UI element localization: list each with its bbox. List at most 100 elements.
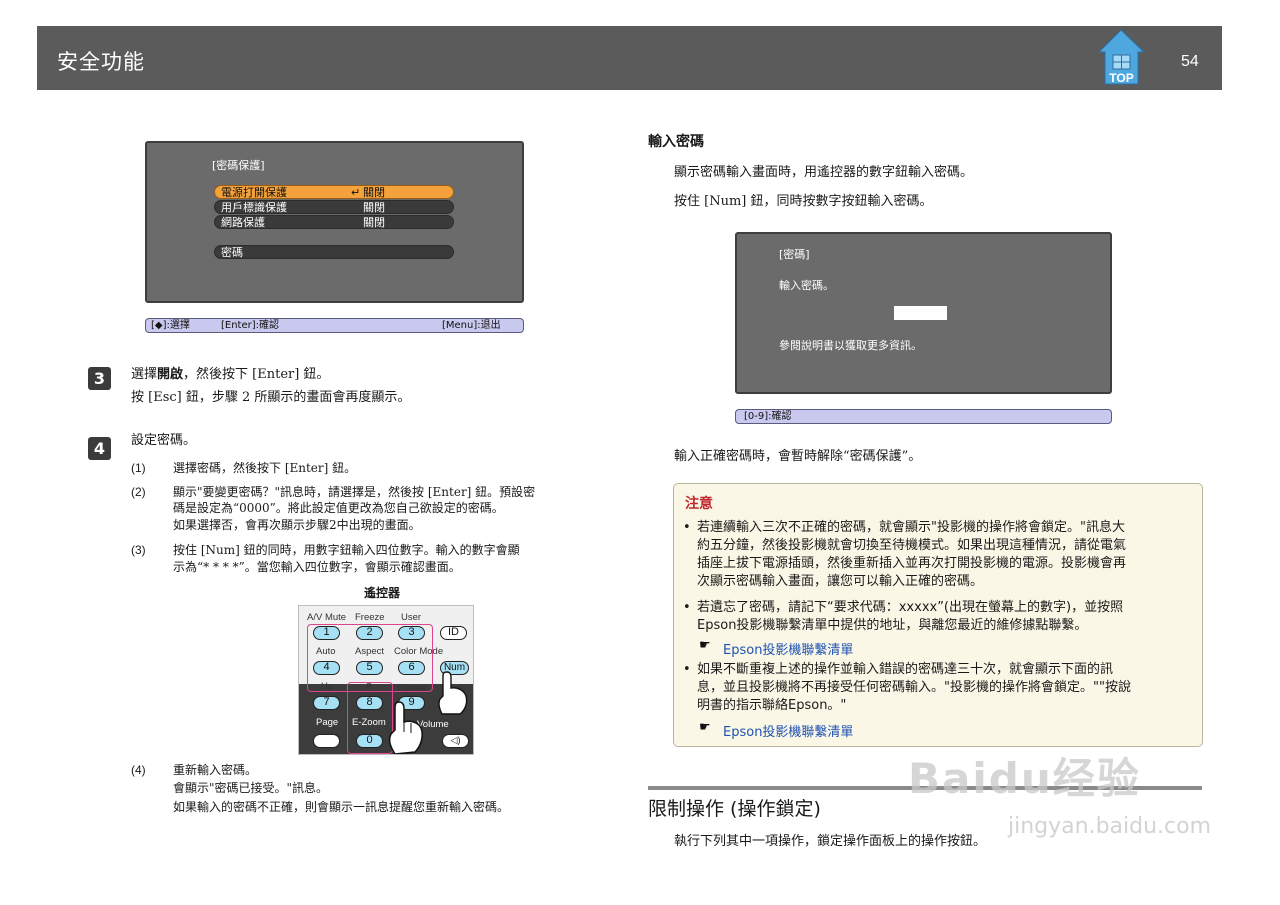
label-freeze: Freeze <box>355 612 385 623</box>
caution-bullet-3-line-2: 息，並且投影機將不再接受任何密碼輸入。"投影機的操作將會鎖定。""按說 <box>697 680 1131 695</box>
menu-title: [密碼保護] <box>212 159 265 172</box>
section-body: 執行下列其中一項操作，鎖定操作面板上的操作按鈕。 <box>674 834 987 849</box>
substep-1-num: (1) <box>131 461 146 475</box>
key-1[interactable]: 1 <box>313 626 340 640</box>
label-e-zoom: E-Zoom <box>352 717 386 728</box>
top-label: TOP <box>1109 71 1134 85</box>
caution-bullet-3-line-3: 明書的指示聯絡Epson。" <box>697 698 847 713</box>
label-av-mute: A/V Mute <box>307 612 347 623</box>
watermark-logo: Baidu经验 <box>908 754 1141 803</box>
caution-box: 注意 • 若連續輸入三次不正確的密碼，就會顯示"投影機的操作將會鎖定。"訊息大 … <box>673 483 1203 747</box>
section-title: 限制操作 (操作鎖定) <box>648 798 821 820</box>
substep-3-text-1: 按住 [Num] 鈕的同時，用數字鈕輸入四位數字。輸入的數字會顯 <box>173 543 520 557</box>
password-input-box[interactable] <box>894 306 947 320</box>
pointing-finger-icon: ☛ <box>699 720 711 735</box>
help-exit: [Menu]:退出 <box>442 320 501 331</box>
step-3-line-1: 選擇開啟，然後按下 [Enter] 鈕。 <box>131 367 330 382</box>
password-help-bar: [0-9]:確認 <box>735 409 1112 424</box>
caution-bullet-1-line-3: 插座上拔下電源插頭，然後重新插入並再次打開投影機的電源。投影機會再 <box>697 556 1127 571</box>
password-info: 參閱說明書以獲取更多資訊。 <box>779 339 922 352</box>
substep-2-text-3: 如果選擇否，會再次顯示步驟2中出現的畫面。 <box>173 518 421 532</box>
row-label: 網路保護 <box>221 216 265 229</box>
help-confirm: [0-9]:確認 <box>744 411 792 422</box>
step-4-badge: 4 <box>88 437 111 460</box>
label-pointer: Pointer <box>397 683 428 694</box>
help-select: [◆]:選擇 <box>151 320 190 331</box>
right-para-2: 按住 [Num] 鈕，同時按數字按鈕輸入密碼。 <box>674 194 933 209</box>
key-7[interactable]: 7 <box>313 696 340 710</box>
page-title: 安全功能 <box>57 50 145 74</box>
epson-contact-link-2[interactable]: Epson投影機聯繫清單 <box>723 721 853 740</box>
substep-4-num: (4) <box>131 763 146 777</box>
substep-2-text-2: 碼是設定為“0000”。將此設定值更改為您自己欲設定的密碼。 <box>173 501 504 515</box>
right-after-text: 輸入正確密碼時，會暫時解除“密碼保護”。 <box>674 449 922 464</box>
substep-3-text-2: 示為“* * * *”。當您輸入四位數字，會顯示確認畫面。 <box>173 560 461 574</box>
substep-4-text-2: 會顯示"密碼已接受。"訊息。 <box>173 781 329 795</box>
label-page: Page <box>316 717 339 728</box>
volume-icon[interactable]: ◁) <box>442 734 469 748</box>
step-4-title: 設定密碼。 <box>131 433 197 448</box>
password-prompt: 輸入密碼。 <box>779 279 834 292</box>
caution-bullet-1-line-1: 若連續輸入三次不正確的密碼，就會顯示"投影機的操作將會鎖定。"訊息大 <box>697 520 1125 535</box>
key-6[interactable]: 6 <box>398 661 425 675</box>
substep-2-num: (2) <box>131 485 146 499</box>
label-auto: Auto <box>316 646 336 657</box>
remote-control-illustration: A/V Mute Freeze User 1 2 3 ID Auto Aspec… <box>298 605 474 755</box>
caution-bullet-1-line-2: 約五分鐘，然後投影機就會切換至待機模式。如果出現這種情況，請從電氣 <box>697 538 1127 553</box>
row-label: 電源打開保護 <box>221 186 287 199</box>
top-button[interactable]: TOP <box>1096 28 1147 86</box>
heading-enter-password: 輸入密碼 <box>648 134 704 150</box>
substep-1-text: 選擇密碼，然後按下 [Enter] 鈕。 <box>173 461 357 475</box>
password-screen-title: [密碼] <box>779 248 810 261</box>
pressing-hand-icon <box>388 701 423 754</box>
menu-row-network-protect[interactable]: 網路保護 關閉 <box>214 215 454 229</box>
label-color-mode: Color Mode <box>394 646 444 657</box>
caution-bullet-2-line-2: Epson投影機聯繫清單中提供的地址，與離您最近的維修據點聯繫。 <box>697 618 1088 633</box>
label-user: User <box>401 612 422 623</box>
row-label: 密碼 <box>221 246 243 259</box>
zoom-in-icon: ⊕ <box>365 681 373 692</box>
pointing-hand-icon <box>438 671 468 715</box>
watermark-url: jingyan.baidu.com <box>1008 814 1212 839</box>
step-3-badge: 3 <box>88 367 111 390</box>
key-0[interactable]: 0 <box>356 734 383 748</box>
menu-row-power-on-protect[interactable]: 電源打開保護 ↵ 關閉 <box>214 185 454 199</box>
bullet-dot: • <box>683 520 691 535</box>
key-2[interactable]: 2 <box>356 626 383 640</box>
right-para-1: 顯示密碼輸入畫面時，用遙控器的數字鈕輸入密碼。 <box>674 165 974 180</box>
page-number: 54 <box>1181 53 1199 70</box>
label-up: Up <box>321 681 334 692</box>
bullet-dot: • <box>683 662 691 677</box>
key-page[interactable] <box>313 734 340 748</box>
key-5[interactable]: 5 <box>356 661 383 675</box>
label-aspect: Aspect <box>355 646 385 657</box>
epson-contact-link-1[interactable]: Epson投影機聯繫清單 <box>723 639 853 658</box>
page-header: 安全功能 54 <box>37 26 1222 90</box>
key-id[interactable]: ID <box>440 626 467 640</box>
remote-caption: 遙控器 <box>364 586 401 600</box>
caution-bullet-2-line-1: 若遺忘了密碼，請記下“要求代碼：xxxxx”(出現在螢幕上的數字)，並按照 <box>697 600 1124 615</box>
row-value: 關閉 <box>363 216 385 229</box>
menu-row-password[interactable]: 密碼 <box>214 245 454 259</box>
row-value: 關閉 <box>363 186 385 199</box>
enter-icon: ↵ <box>351 186 361 199</box>
key-3[interactable]: 3 <box>398 626 425 640</box>
substep-4-text-1: 重新輸入密碼。 <box>173 763 258 777</box>
row-value: 關閉 <box>363 201 385 214</box>
caution-bullet-3-line-1: 如果不斷重複上述的操作並輸入錯誤的密碼達三十次，就會顯示下面的訊 <box>697 662 1114 677</box>
help-enter: [Enter]:確認 <box>221 320 280 331</box>
substep-4-text-3: 如果輸入的密碼不正確，則會顯示一訊息提醒您重新輸入密碼。 <box>173 800 510 814</box>
step-3-line-2: 按 [Esc] 鈕，步驟 2 所顯示的畫面會再度顯示。 <box>131 390 411 405</box>
menu-help-bar: [◆]:選擇 [Enter]:確認 [Menu]:退出 <box>145 318 524 333</box>
password-protect-menu-screen: [密碼保護] 電源打開保護 ↵ 關閉 用戶標識保護 關閉 網路保護 關閉 密碼 <box>145 141 524 303</box>
key-4[interactable]: 4 <box>313 661 340 675</box>
caution-bullet-1-line-4: 次顯示密碼輸入畫面，讓您可以輸入正確的密碼。 <box>697 574 984 589</box>
bullet-dot: • <box>683 600 691 615</box>
pointing-finger-icon: ☛ <box>699 638 711 653</box>
substep-2-text-1: 顯示"要變更密碼？"訊息時，請選擇是，然後按 [Enter] 鈕。預設密 <box>173 485 536 499</box>
substep-3-num: (3) <box>131 543 146 557</box>
password-entry-screen: [密碼] 輸入密碼。 參閱說明書以獲取更多資訊。 <box>735 232 1112 394</box>
caution-title: 注意 <box>685 496 713 512</box>
menu-row-user-logo-protect[interactable]: 用戶標識保護 關閉 <box>214 200 454 214</box>
key-8[interactable]: 8 <box>356 696 383 710</box>
